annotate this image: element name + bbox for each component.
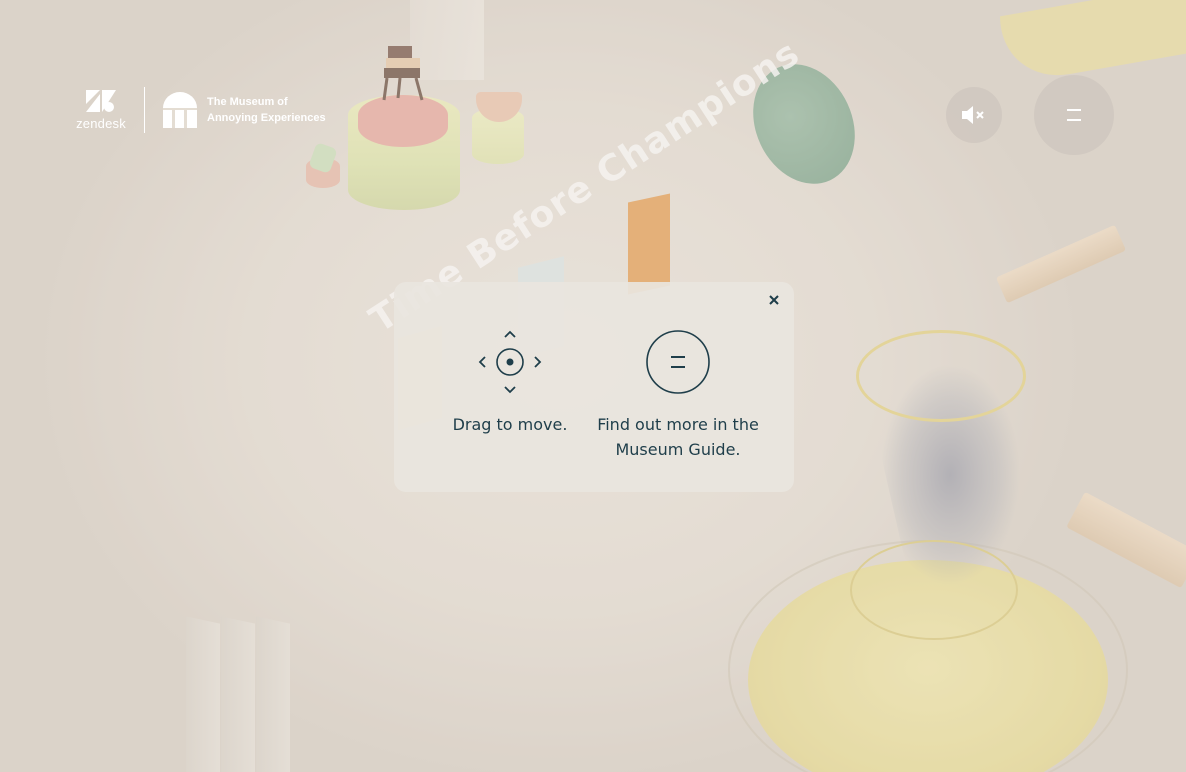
hint-guide: Find out more in the Museum Guide. <box>593 328 763 462</box>
museum-building-icon <box>163 92 197 128</box>
hint-drag: Drag to move. <box>425 328 595 437</box>
hint-drag-text: Drag to move. <box>452 415 568 434</box>
hint-guide-text: Find out more in the Museum Guide. <box>597 415 759 459</box>
museum-title-line1: The Museum of <box>207 96 288 108</box>
sound-toggle-button[interactable] <box>946 87 1002 143</box>
museum-title-line2: Annoying Experiences <box>207 112 326 124</box>
zendesk-wordmark: zendesk <box>76 115 126 131</box>
drag-move-icon <box>478 330 542 394</box>
brand-logo[interactable]: zendesk The Museum of Annoying Experienc… <box>74 86 326 134</box>
menu-icon <box>1067 109 1081 121</box>
zendesk-logo: zendesk <box>74 89 128 131</box>
logo-divider <box>144 87 145 133</box>
close-icon <box>769 295 779 305</box>
menu-circle-icon <box>646 330 710 394</box>
instructions-modal: Drag to move. Find out more in the Museu… <box>394 282 794 492</box>
modal-close-button[interactable] <box>766 292 782 308</box>
menu-button[interactable] <box>1034 75 1114 155</box>
speaker-muted-icon <box>962 106 984 124</box>
museum-logo: The Museum of Annoying Experiences <box>163 92 326 128</box>
zendesk-mark-icon <box>86 89 116 112</box>
